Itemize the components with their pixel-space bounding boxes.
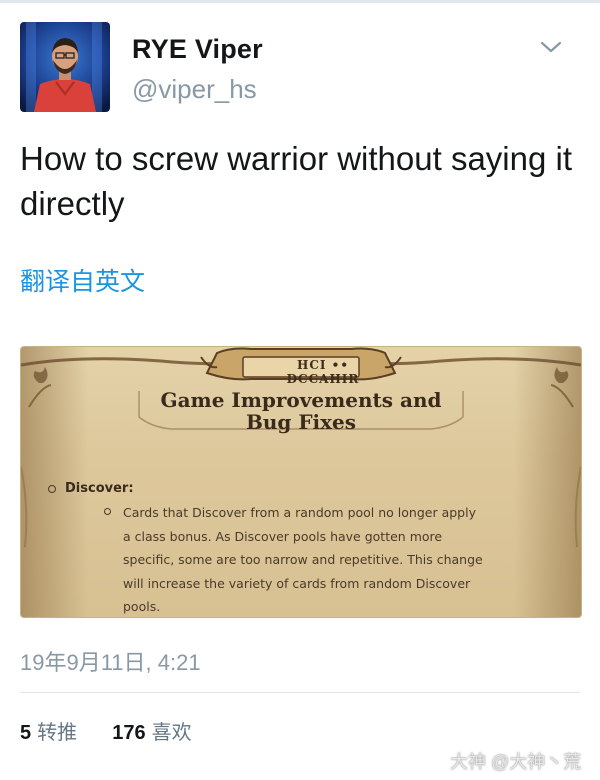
likes-count: 176 — [112, 722, 146, 744]
divider — [20, 692, 580, 693]
author-name[interactable]: RYE Viper — [132, 34, 263, 65]
bullet-icon — [48, 485, 56, 493]
media-title: Game Improvements and Bug Fixes — [160, 388, 442, 434]
likes-label: 喜欢 — [151, 722, 192, 744]
chevron-down-icon[interactable] — [539, 37, 563, 57]
translate-link[interactable]: 翻译自英文 — [20, 262, 145, 298]
media-section-label: Discover: — [65, 481, 134, 496]
tweet-media-image[interactable]: HCI •• DCCAHIR Game Improvements and Bug… — [20, 346, 582, 618]
bullet-icon — [104, 508, 111, 515]
retweets-stat[interactable]: 5 转推 — [20, 722, 83, 744]
avatar-image — [20, 22, 110, 112]
retweets-label: 转推 — [37, 722, 78, 744]
watermark: 大神 @大神丶荒 — [450, 752, 582, 772]
likes-stat[interactable]: 176 喜欢 — [112, 722, 191, 744]
tweet-stats: 5 转推 176 喜欢 — [20, 716, 192, 745]
top-border — [0, 0, 600, 3]
avatar[interactable] — [20, 22, 110, 112]
media-plaque-text: HCI •• DCCAHIR — [286, 358, 360, 386]
media-section-body: Cards that Discover from a random pool n… — [123, 505, 483, 614]
tweet-timestamp[interactable]: 19年9月11日, 4:21 — [20, 645, 201, 677]
retweets-count: 5 — [20, 722, 32, 744]
tweet-text: How to screw warrior without saying it d… — [20, 140, 573, 222]
author-handle[interactable]: @viper_hs — [132, 74, 257, 105]
